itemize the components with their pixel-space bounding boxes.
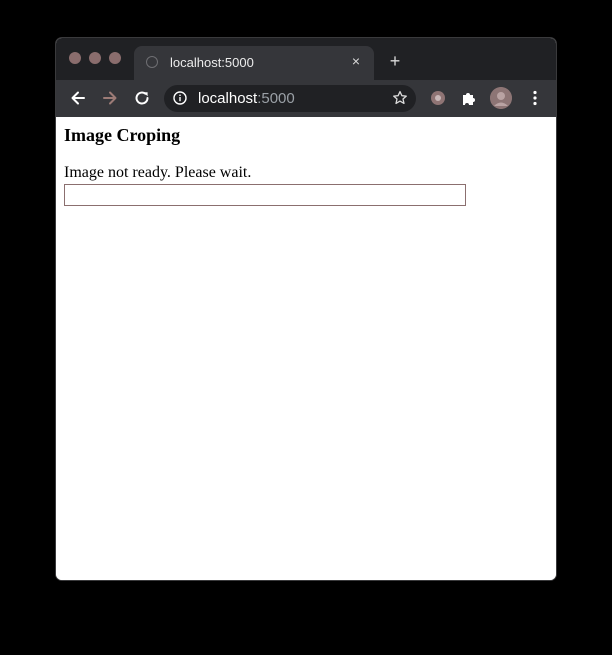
back-button[interactable] xyxy=(68,88,88,108)
window-close-button[interactable] xyxy=(69,52,81,64)
tab-title: localhost:5000 xyxy=(170,55,254,70)
reload-icon xyxy=(135,91,149,105)
loading-favicon-icon xyxy=(146,56,158,68)
arrow-left-icon xyxy=(71,91,85,105)
forward-button[interactable] xyxy=(100,88,120,108)
arrow-right-icon xyxy=(103,91,117,105)
address-url[interactable]: localhost:5000 xyxy=(198,90,295,107)
info-icon[interactable] xyxy=(173,91,187,105)
url-host: localhost xyxy=(198,90,258,107)
browser-toolbar: localhost:5000 xyxy=(56,80,556,117)
browser-window: localhost:5000 × + localhost:5000 Image … xyxy=(56,38,556,580)
tab-close-icon[interactable]: × xyxy=(348,53,364,69)
window-minimize-button[interactable] xyxy=(89,52,101,64)
reload-button[interactable] xyxy=(132,88,152,108)
star-icon[interactable] xyxy=(392,90,408,106)
status-text: Image not ready. Please wait. xyxy=(64,164,252,181)
url-port: :5000 xyxy=(257,90,295,107)
extension-icon[interactable] xyxy=(430,90,446,106)
browser-tab[interactable]: localhost:5000 × xyxy=(134,46,374,80)
address-bar[interactable]: localhost:5000 xyxy=(164,85,416,112)
page-content: Image Croping Image not ready. Please wa… xyxy=(56,117,556,580)
avatar[interactable] xyxy=(490,87,512,109)
title-bar: localhost:5000 × + xyxy=(56,38,556,80)
window-maximize-button[interactable] xyxy=(109,52,121,64)
image-crop-container[interactable] xyxy=(64,184,466,206)
puzzle-icon[interactable] xyxy=(460,89,478,107)
new-tab-button[interactable]: + xyxy=(386,52,404,70)
profile-icon xyxy=(490,87,512,109)
page-title: Image Croping xyxy=(64,125,181,145)
kebab-menu-icon[interactable] xyxy=(526,89,544,107)
